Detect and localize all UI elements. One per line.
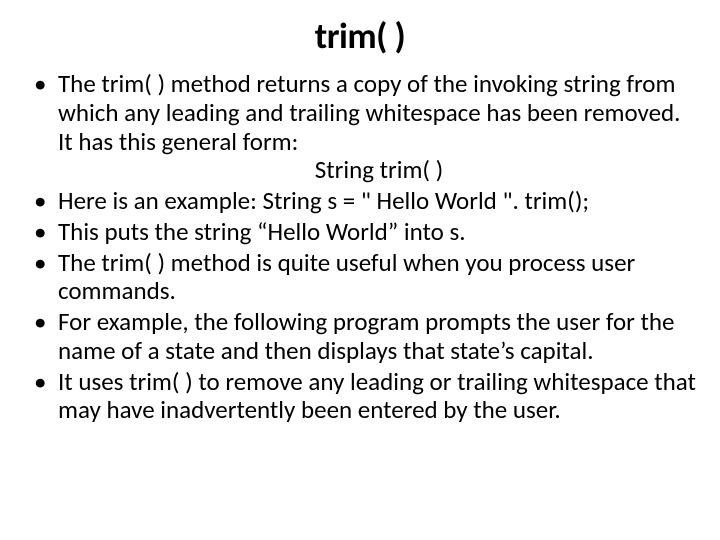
bullet-text: It uses trim( ) to remove any leading or… [58, 366, 696, 426]
list-item: It uses trim( ) to remove any leading or… [58, 368, 700, 426]
slide: trim( ) The trim( ) method returns a cop… [0, 0, 720, 540]
list-item: The trim( ) method is quite useful when … [58, 249, 700, 307]
list-item: Here is an example: String s = " Hello W… [58, 187, 700, 216]
bullet-text: For example, the following program promp… [58, 306, 674, 366]
bullet-text: The trim( ) method is quite useful when … [58, 247, 635, 307]
list-item: For example, the following program promp… [58, 308, 700, 366]
list-item: This puts the string “Hello World” into … [58, 218, 700, 247]
bullet-text: The trim( ) method returns a copy of the… [58, 68, 681, 157]
bullet-text: Here is an example: String s = " Hello W… [58, 185, 589, 216]
bullet-subline: String trim( ) [58, 156, 700, 185]
page-title: trim( ) [20, 14, 700, 58]
bullet-list: The trim( ) method returns a copy of the… [20, 70, 700, 425]
bullet-text: This puts the string “Hello World” into … [58, 216, 466, 247]
list-item: The trim( ) method returns a copy of the… [58, 70, 700, 185]
